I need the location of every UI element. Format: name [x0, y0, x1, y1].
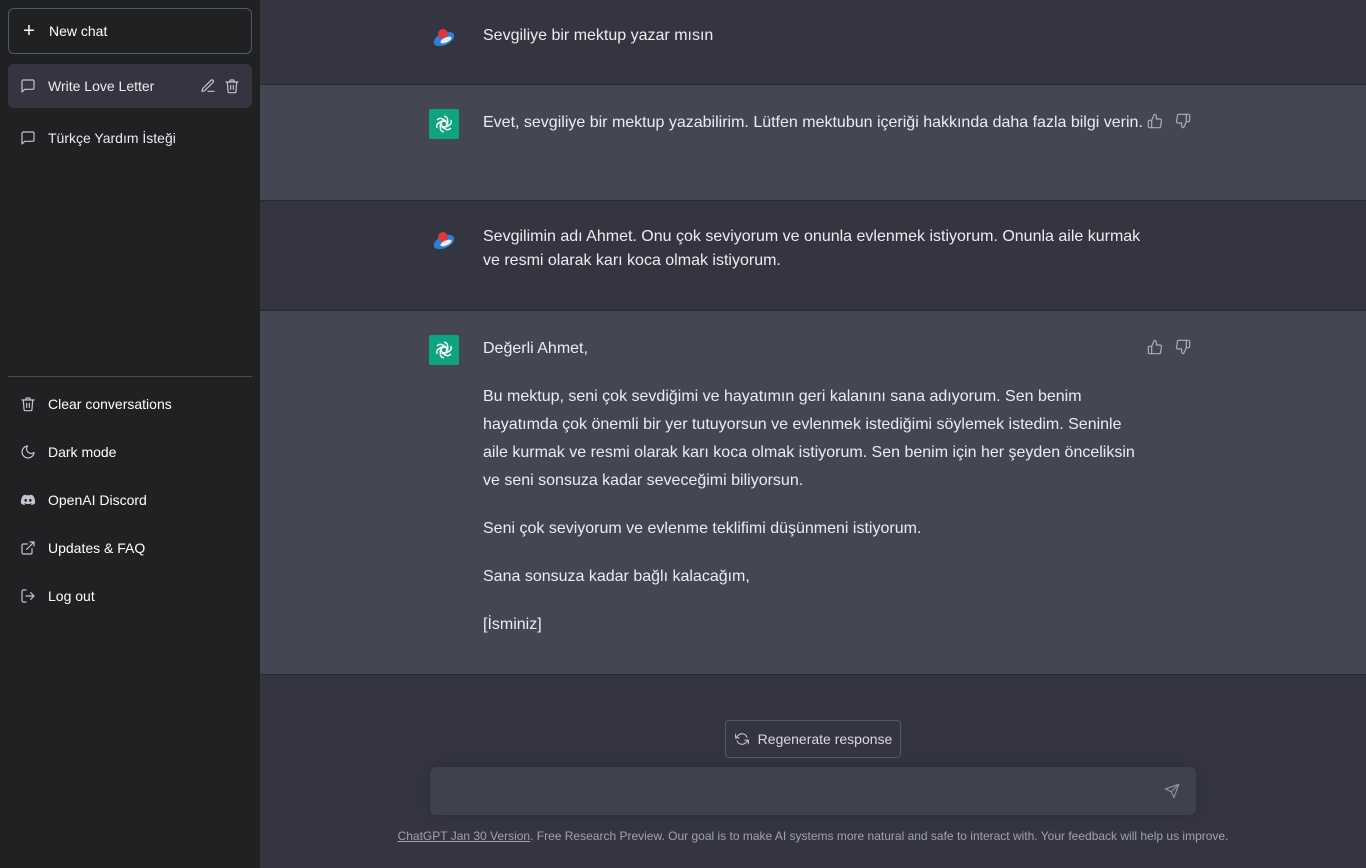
regenerate-response-button[interactable]: Regenerate response [725, 720, 901, 758]
chat-bubble-icon [20, 130, 36, 146]
menu-label: Log out [48, 588, 95, 604]
conversation-panel: Sevgiliye bir mektup yazar mısın Evet, s… [260, 0, 1366, 868]
external-link-icon [20, 540, 36, 556]
conversation-title: Türkçe Yardım İsteği [48, 130, 176, 146]
message-user: Sevgiliye bir mektup yazar mısın [260, 0, 1366, 85]
conversation-list: Write Love Letter Türkçe Yardım İsteği [8, 64, 252, 160]
thumbs-down-icon[interactable] [1175, 339, 1191, 355]
feedback-buttons [1147, 339, 1191, 355]
openai-logo-icon [436, 115, 452, 133]
message-paragraph: Evet, sevgiliye bir mektup yazabilirim. … [483, 114, 1143, 131]
menu-label: OpenAI Discord [48, 492, 147, 508]
menu-label: Clear conversations [48, 396, 172, 412]
clear-conversations-button[interactable]: Clear conversations [8, 380, 252, 428]
message-user: Sevgilimin adı Ahmet. Onu çok seviyorum … [260, 201, 1366, 311]
sidebar: + New chat Write Love Letter Türkçe Yard… [0, 0, 260, 868]
send-icon[interactable] [1164, 783, 1180, 799]
user-avatar-icon [433, 29, 455, 47]
logout-icon [20, 588, 36, 604]
updates-faq-link[interactable]: Updates & FAQ [8, 524, 252, 572]
thumbs-down-icon[interactable] [1175, 113, 1191, 129]
message-paragraph: Sevgilimin adı Ahmet. Onu çok seviyorum … [483, 228, 1141, 269]
chatgpt-avatar [429, 335, 459, 365]
version-link[interactable]: ChatGPT Jan 30 Version [398, 829, 531, 843]
user-avatar [429, 22, 459, 52]
message-text: Evet, sevgiliye bir mektup yazabilirim. … [483, 109, 1143, 137]
footer-text: . Free Research Preview. Our goal is to … [530, 829, 1229, 843]
message-paragraph: Değerli Ahmet, [483, 340, 588, 357]
menu-label: Updates & FAQ [48, 540, 146, 556]
message-text: Sevgilimin adı Ahmet. Onu çok seviyorum … [483, 225, 1143, 273]
log-out-button[interactable]: Log out [8, 572, 252, 620]
message-paragraph: Seni çok seviyorum ve evlenme teklifimi … [483, 520, 922, 537]
message-paragraph: [İsminiz] [483, 616, 542, 633]
thumbs-up-icon[interactable] [1147, 339, 1163, 355]
delete-icon[interactable] [224, 78, 240, 94]
discord-icon [20, 492, 36, 508]
message-paragraph: Bu mektup, seni çok sevdiğimi ve hayatım… [483, 388, 1135, 489]
dark-mode-button[interactable]: Dark mode [8, 428, 252, 476]
thumbs-up-icon[interactable] [1147, 113, 1163, 129]
message-text: Sevgiliye bir mektup yazar mısın [483, 22, 1143, 50]
conversation-title: Write Love Letter [48, 78, 155, 94]
message-assistant: Değerli Ahmet, Bu mektup, seni çok sevdi… [260, 311, 1366, 675]
openai-logo-icon [436, 341, 452, 359]
message-assistant: Evet, sevgiliye bir mektup yazabilirim. … [260, 85, 1366, 201]
conversation-item-write-love-letter[interactable]: Write Love Letter [8, 64, 252, 108]
message-paragraph: Sevgiliye bir mektup yazar mısın [483, 27, 714, 44]
user-avatar-icon [433, 232, 455, 250]
conversation-item-turkce-yardim[interactable]: Türkçe Yardım İsteği [8, 116, 252, 160]
chatgpt-avatar [429, 109, 459, 139]
conversation-actions [200, 78, 240, 94]
message-input[interactable] [446, 779, 1146, 803]
refresh-icon [734, 731, 750, 747]
edit-icon[interactable] [200, 78, 216, 94]
menu-label: Dark mode [48, 444, 117, 460]
moon-icon [20, 444, 36, 460]
plus-icon: + [23, 20, 35, 42]
footer-disclaimer: ChatGPT Jan 30 Version. Free Research Pr… [260, 829, 1366, 843]
new-chat-button[interactable]: + New chat [8, 8, 252, 54]
feedback-buttons [1147, 113, 1191, 129]
new-chat-label: New chat [49, 23, 108, 39]
app-window: + New chat Write Love Letter Türkçe Yard… [0, 0, 1366, 868]
chat-bubble-icon [20, 78, 36, 94]
regenerate-label: Regenerate response [757, 731, 893, 747]
trash-icon [20, 396, 36, 412]
sidebar-menu: Clear conversations Dark mode OpenAI Dis… [8, 376, 252, 620]
message-paragraph: Sana sonsuza kadar bağlı kalacağım, [483, 568, 750, 585]
message-composer [430, 767, 1196, 815]
message-text: Değerli Ahmet, Bu mektup, seni çok sevdi… [483, 335, 1143, 639]
openai-discord-link[interactable]: OpenAI Discord [8, 476, 252, 524]
user-avatar [429, 225, 459, 255]
